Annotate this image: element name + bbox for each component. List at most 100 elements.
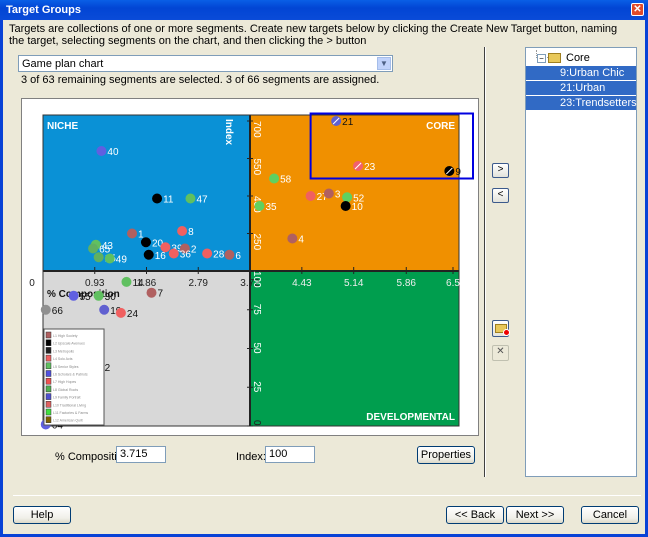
data-point[interactable] (323, 188, 334, 199)
properties-button[interactable]: Properties (417, 446, 475, 464)
data-point[interactable] (88, 243, 99, 254)
data-point[interactable] (269, 173, 280, 184)
y-tick-label: 25 (251, 381, 262, 393)
chevron-down-icon[interactable]: ▼ (377, 57, 391, 70)
data-point-label: 36 (180, 250, 192, 261)
y-tick-label: 0 (251, 420, 262, 426)
data-point-label: 21 (342, 117, 354, 128)
tree-item[interactable]: 23:Trendsetters (526, 96, 637, 110)
close-icon[interactable]: ✕ (631, 3, 644, 16)
add-to-target-button[interactable]: > (492, 163, 509, 178)
target-tree[interactable]: − Core 9:Urban Chic 21:Urban Villages 23… (525, 47, 637, 477)
cancel-button[interactable]: Cancel (581, 506, 639, 524)
data-point[interactable] (254, 201, 265, 211)
legend-swatch (45, 331, 52, 339)
legend-swatch (45, 416, 52, 423)
data-point-label: 40 (107, 147, 119, 158)
folder-target-icon (494, 324, 510, 336)
composition-input[interactable]: 3.715 (116, 446, 166, 463)
y-tick-label: 700 (251, 121, 262, 138)
data-point[interactable] (152, 193, 163, 204)
data-point[interactable] (143, 249, 154, 260)
game-plan-chart[interactable]: 00.931.862.793.724.435.145.866.510025040… (22, 99, 480, 437)
data-point[interactable] (99, 304, 110, 315)
data-point[interactable] (121, 276, 132, 287)
data-point[interactable] (287, 233, 298, 244)
data-point[interactable] (68, 290, 79, 301)
data-point[interactable] (104, 253, 115, 264)
developmental-label: DEVELOPMENTAL (366, 412, 455, 423)
y-tick-label: 250 (251, 234, 262, 251)
chart-type-select[interactable]: Game plan chart ▼ (18, 55, 393, 72)
data-point[interactable] (115, 307, 126, 318)
instructions-text: Targets are collections of one or more s… (9, 23, 618, 47)
legend-swatch (45, 347, 52, 354)
legend-swatch (45, 408, 52, 416)
data-point[interactable] (40, 304, 51, 315)
data-point[interactable] (224, 249, 235, 260)
data-point[interactable] (93, 252, 104, 263)
legend-label: L9 Family Portrait (53, 396, 80, 400)
legend-label: L3 Metropolis (53, 349, 74, 353)
chart-frame: 00.931.862.793.724.435.145.866.510025040… (21, 98, 479, 436)
niche-quadrant (43, 115, 250, 271)
data-point[interactable] (177, 226, 188, 236)
data-point-label: 55 (80, 292, 92, 303)
panel-divider (484, 47, 486, 477)
delete-icon[interactable]: ✕ (492, 345, 509, 361)
legend-label: L6 Scholars & Patriots (53, 373, 88, 377)
x-tick-label: 2.79 (189, 278, 209, 289)
data-point[interactable] (127, 228, 138, 239)
tree-item[interactable]: 21:Urban Villages (526, 81, 636, 108)
x-tick-label: 5.86 (397, 278, 417, 289)
next-button[interactable]: Next >> (506, 506, 564, 524)
data-point-label: 47 (196, 195, 208, 206)
legend-label: L2 Upscale Avenues (53, 342, 85, 346)
remove-from-target-button[interactable]: < (492, 188, 509, 203)
data-point[interactable] (340, 201, 351, 211)
tree-root-label: Core (566, 52, 590, 64)
data-point[interactable] (342, 192, 353, 203)
data-point[interactable] (146, 287, 157, 298)
legend-swatch (45, 393, 52, 400)
core-label: CORE (426, 121, 455, 132)
developmental-quadrant (250, 271, 459, 426)
create-new-target-button[interactable] (492, 320, 510, 337)
data-point[interactable] (168, 248, 179, 259)
data-point-label: 28 (213, 250, 225, 261)
data-point-label: 3 (335, 190, 341, 201)
data-point-label: 10 (352, 202, 364, 213)
legend-swatch (45, 385, 52, 393)
ylabel: Index (223, 119, 234, 146)
data-point[interactable] (140, 237, 151, 248)
x-tick-label: 4.43 (292, 278, 312, 289)
tree-root-core[interactable]: Core (548, 51, 590, 65)
data-point-label: 24 (127, 309, 139, 320)
legend-label: L7 High Hopes (53, 380, 76, 384)
data-point[interactable] (96, 146, 107, 156)
help-button[interactable]: Help (13, 506, 71, 524)
index-input[interactable]: 100 (265, 446, 315, 463)
niche-label: NICHE (47, 121, 78, 132)
x-tick-label: 0.93 (85, 278, 105, 289)
data-point-label: 58 (280, 175, 292, 186)
legend-label: L10 Traditional Living (53, 403, 86, 407)
window-title: Target Groups (6, 4, 81, 16)
collapse-icon[interactable]: − (537, 54, 546, 63)
x-tick-label: 0 (29, 278, 35, 289)
y-tick-label: 100 (251, 271, 262, 288)
footer-separator (13, 495, 641, 496)
data-point[interactable] (93, 290, 104, 301)
data-point-label: 16 (155, 251, 167, 262)
data-point[interactable] (305, 191, 316, 201)
data-point[interactable] (185, 193, 196, 204)
x-tick-label: 5.14 (344, 278, 364, 289)
data-point[interactable] (202, 248, 213, 259)
data-point-label: 23 (364, 162, 376, 173)
legend-swatch (45, 362, 52, 370)
data-point-label: 8 (188, 227, 194, 238)
tree-item[interactable]: 9:Urban Chic (526, 66, 636, 80)
legend-label: L5 Senior Styles (53, 365, 79, 369)
back-button[interactable]: << Back (446, 506, 504, 524)
x-tick-label: 6.5 (446, 278, 460, 289)
